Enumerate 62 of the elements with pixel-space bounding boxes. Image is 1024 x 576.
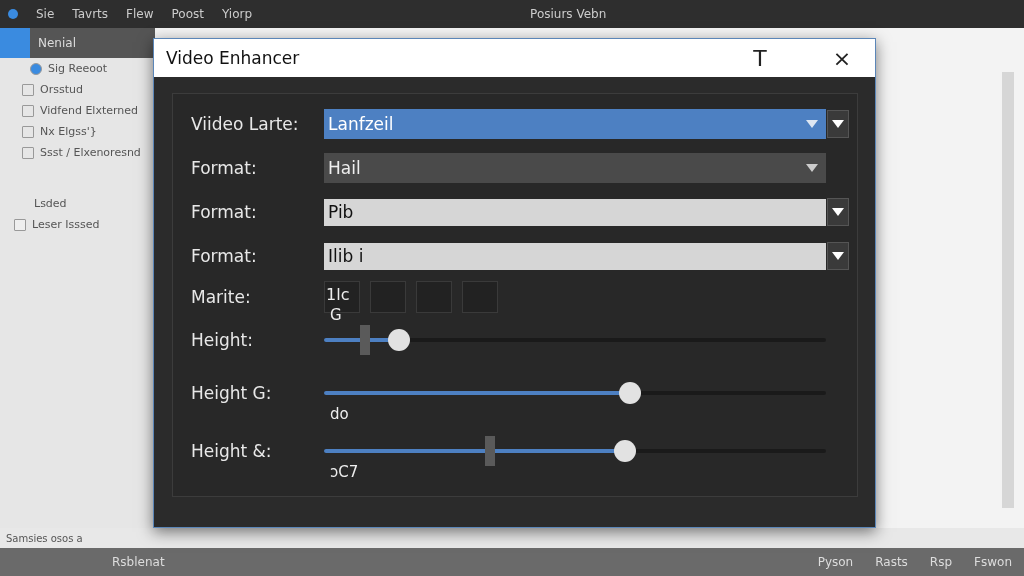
- checkbox-icon: [30, 62, 42, 75]
- checkbox-icon: [22, 104, 34, 117]
- field-label: Viideo Larte:: [191, 114, 300, 134]
- sidebar-item[interactable]: Sig Reeoot: [48, 62, 107, 75]
- field-label: Format:: [191, 202, 258, 222]
- section-label: Lsded: [34, 197, 67, 210]
- checkbox-icon: [22, 83, 34, 96]
- menu-item[interactable]: Poost: [171, 7, 204, 21]
- sidebar-item[interactable]: Leser Isssed: [32, 218, 100, 231]
- app-icon: [8, 9, 18, 19]
- app-title: Posiurs Vebn: [530, 7, 608, 21]
- sidebar-item[interactable]: Vidfend Elxterned: [40, 104, 139, 117]
- field-label: Format:: [191, 158, 258, 178]
- slider-caption: do: [330, 405, 349, 423]
- close-button[interactable]: ×: [819, 39, 865, 77]
- sidebar-item[interactable]: Orsstud: [40, 83, 83, 96]
- tray-item[interactable]: Fswon: [974, 555, 1012, 569]
- slider-caption: G: [330, 306, 342, 324]
- menu-item[interactable]: Flew: [126, 7, 154, 21]
- menu-item[interactable]: Sie: [36, 7, 55, 21]
- dropdown[interactable]: Pib: [324, 198, 826, 226]
- field-label: Marite:: [191, 287, 252, 307]
- tray-item[interactable]: Pyson: [817, 555, 854, 569]
- color-swatch[interactable]: [370, 281, 406, 313]
- field-label: Height G:: [191, 383, 273, 403]
- slider-thumb[interactable]: [388, 329, 411, 351]
- dropdown[interactable]: Hail: [324, 153, 826, 183]
- dropdown-arrow-icon: [806, 164, 818, 172]
- slider-caption: ɔC7: [330, 463, 359, 481]
- sidebar-header: Nenial: [38, 36, 76, 50]
- checkbox-icon: [14, 218, 26, 231]
- status-text: Samsies osos a: [6, 532, 83, 544]
- sidebar-item[interactable]: Nx Elgss'}: [40, 125, 97, 138]
- dropdown[interactable]: Ilib i: [324, 242, 826, 270]
- tray-item[interactable]: Rsp: [929, 555, 953, 569]
- field-label: Format:: [191, 246, 258, 266]
- checkbox-icon: [22, 125, 34, 138]
- slider-thumb[interactable]: [614, 440, 637, 462]
- color-swatch[interactable]: [462, 281, 498, 313]
- scrollbar[interactable]: [1002, 72, 1014, 508]
- field-label: Height &:: [191, 441, 273, 461]
- dropdown-button[interactable]: [827, 110, 849, 138]
- menu-item[interactable]: Tavrts: [72, 7, 109, 21]
- title-button[interactable]: T: [737, 39, 783, 77]
- sidebar-item[interactable]: Ssst / Elxenoresnd: [40, 146, 141, 159]
- color-swatch[interactable]: [416, 281, 452, 313]
- dropdown-arrow-icon: [832, 252, 844, 260]
- window-title: Video Enhancer: [166, 48, 301, 68]
- dropdown-button[interactable]: [827, 242, 849, 270]
- checkbox-icon: [22, 146, 34, 159]
- taskbar-item[interactable]: Rsblenat: [112, 555, 165, 569]
- dropdown-arrow-icon: [806, 120, 818, 128]
- dropdown[interactable]: Lanfzeil: [324, 109, 826, 139]
- dropdown-arrow-icon: [832, 120, 844, 128]
- dropdown-button[interactable]: [827, 198, 849, 226]
- swatch-value: 1lc: [326, 285, 350, 304]
- slider-thumb[interactable]: [619, 382, 642, 404]
- field-label: Height:: [191, 330, 254, 350]
- sidebar-icon: [0, 28, 30, 58]
- dropdown-arrow-icon: [832, 208, 844, 216]
- tray-item[interactable]: Rasts: [875, 555, 908, 569]
- menu-item[interactable]: Yiorp: [221, 7, 253, 21]
